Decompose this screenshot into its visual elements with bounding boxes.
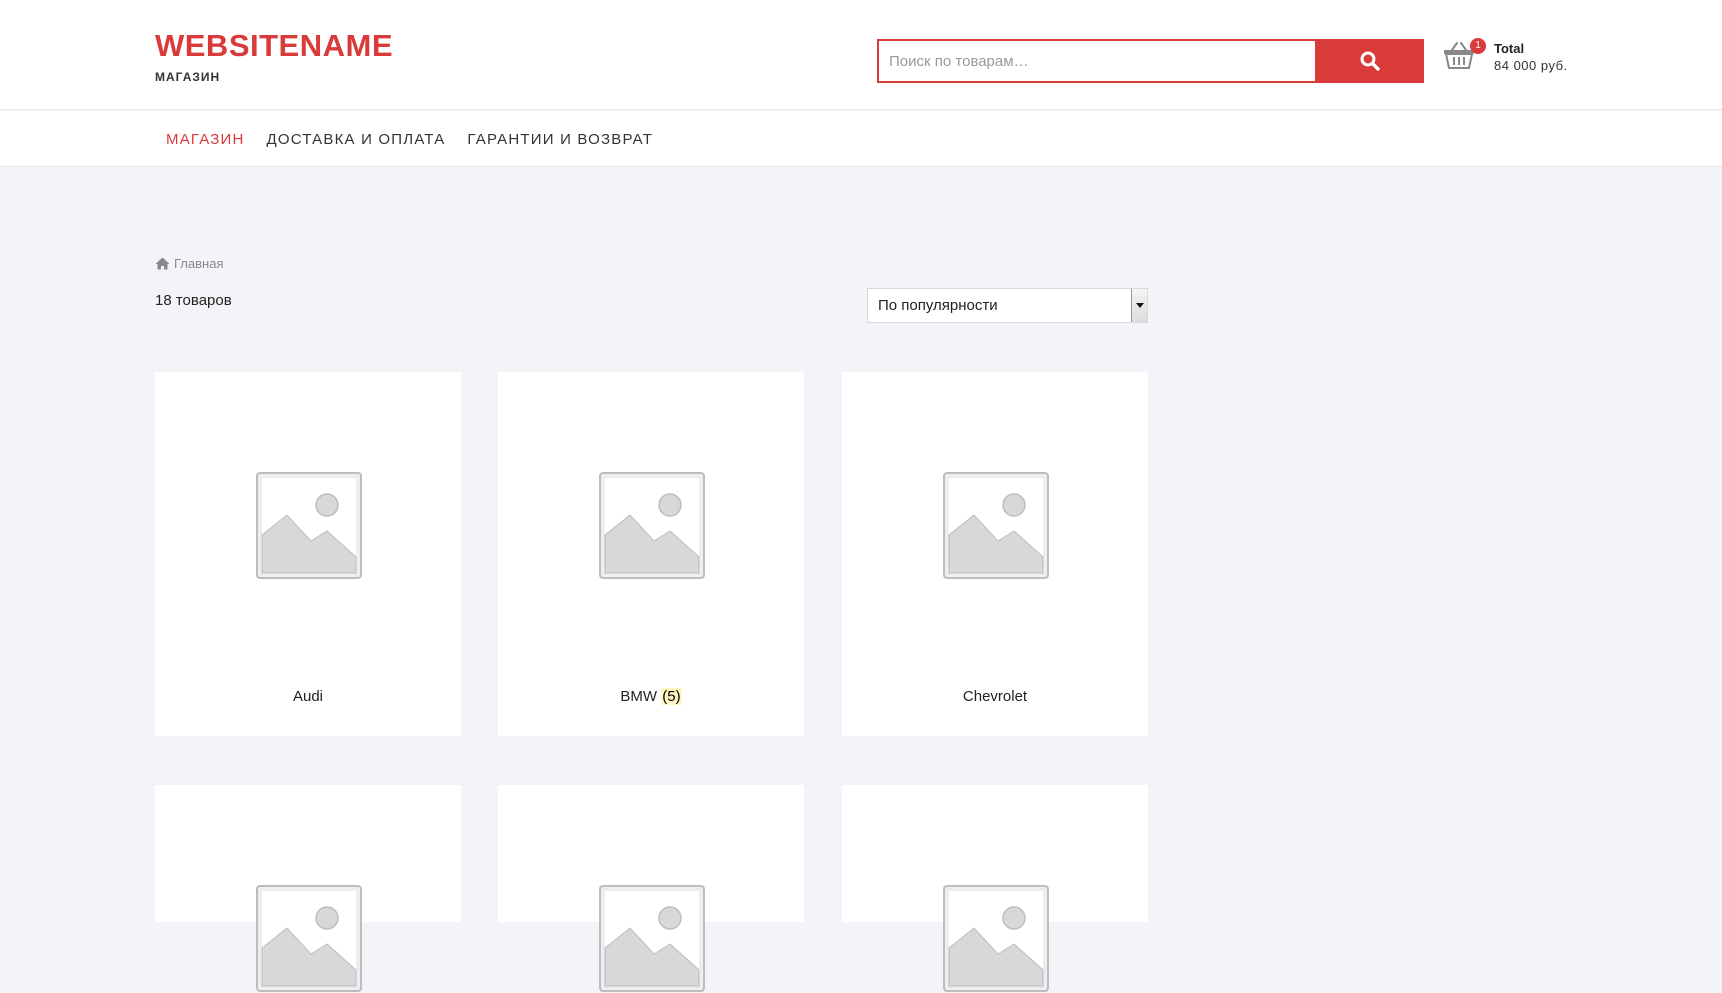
- search-input[interactable]: [877, 39, 1315, 83]
- cart-total-label: Total: [1494, 41, 1525, 56]
- main-navigation: МАГАЗИН ДОСТАВКА И ОПЛАТА ГАРАНТИИ И ВОЗ…: [0, 111, 1722, 167]
- category-card-audi[interactable]: Audi: [155, 372, 461, 736]
- category-card[interactable]: [155, 785, 461, 992]
- site-tagline: МАГАЗИН: [155, 70, 221, 84]
- image-placeholder-icon: [943, 472, 1049, 579]
- brand[interactable]: WEBSITENAME МАГАЗИН: [155, 28, 393, 84]
- search-icon: [1360, 51, 1380, 71]
- category-name: BMW: [620, 688, 658, 705]
- nav-item-shop[interactable]: МАГАЗИН: [155, 131, 256, 148]
- nav-item-delivery[interactable]: ДОСТАВКА И ОПЛАТА: [256, 131, 457, 148]
- header-cart[interactable]: 1 Total 84 000 руб.: [1443, 38, 1568, 74]
- sort-select[interactable]: По популярности: [867, 288, 1148, 323]
- image-placeholder-icon: [256, 885, 362, 992]
- breadcrumb: Главная: [155, 256, 223, 271]
- category-card-bmw[interactable]: BMW (5): [498, 372, 804, 736]
- caret-down-icon: [1135, 303, 1144, 308]
- home-icon[interactable]: [155, 257, 170, 270]
- category-product-count: (5): [661, 688, 682, 705]
- category-title[interactable]: Chevrolet: [842, 688, 1148, 705]
- image-placeholder-icon: [943, 885, 1049, 992]
- nav-list: МАГАЗИН ДОСТАВКА И ОПЛАТА ГАРАНТИИ И ВОЗ…: [155, 111, 664, 167]
- image-placeholder-icon: [599, 472, 705, 579]
- image-placeholder-icon: [599, 885, 705, 992]
- cart-total-amount: 84 000 руб.: [1494, 58, 1568, 73]
- category-title[interactable]: BMW (5): [498, 688, 804, 705]
- category-name: Chevrolet: [962, 688, 1028, 705]
- result-count: 18 товаров: [155, 292, 232, 309]
- category-title[interactable]: Audi: [155, 688, 461, 705]
- search-button[interactable]: [1315, 39, 1424, 83]
- site-header: WEBSITENAME МАГАЗИН 1 Total 84 000: [0, 0, 1722, 110]
- nav-item-warranty[interactable]: ГАРАНТИИ И ВОЗВРАТ: [456, 131, 664, 148]
- search-form: [877, 39, 1424, 83]
- cart-summary: Total 84 000 руб.: [1494, 40, 1568, 74]
- site-title[interactable]: WEBSITENAME: [155, 28, 393, 64]
- cart-icon-wrap[interactable]: 1: [1443, 38, 1486, 74]
- sort-selected-value: По популярности: [878, 297, 998, 314]
- breadcrumb-home-link[interactable]: Главная: [174, 256, 223, 271]
- image-placeholder-icon: [256, 472, 362, 579]
- sort-dropdown-toggle[interactable]: [1131, 289, 1147, 322]
- category-name: Audi: [292, 688, 324, 705]
- category-card-chevrolet[interactable]: Chevrolet: [842, 372, 1148, 736]
- cart-count-badge: 1: [1470, 38, 1486, 54]
- category-card[interactable]: [842, 785, 1148, 992]
- category-card[interactable]: [498, 785, 804, 992]
